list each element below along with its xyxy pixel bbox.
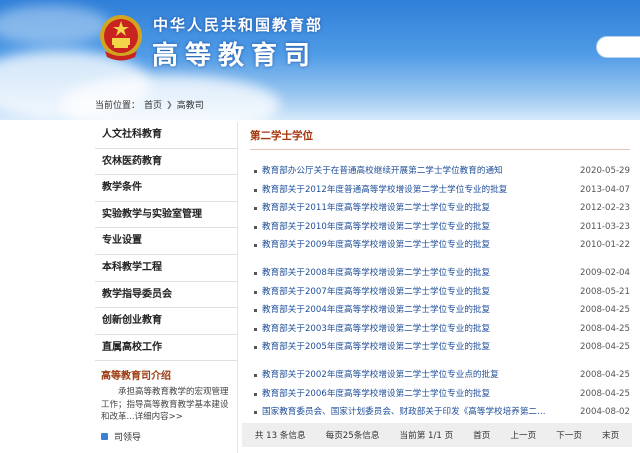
- news-link[interactable]: 教育部关于2004年度高等学校增设第二学士学位专业的批复: [250, 301, 490, 320]
- department-title: 高等教育司: [152, 41, 318, 71]
- news-link[interactable]: 国家教育委员会、国家计划委员会、财政部关于印发《高等学校培养第二学...: [250, 403, 550, 422]
- list-item: 国家教育委员会、国家计划委员会、财政部关于印发《高等学校培养第二学... 200…: [250, 403, 630, 422]
- pager-first-button[interactable]: 首页: [473, 429, 490, 441]
- list-item: 教育部关于2004年度高等学校增设第二学士学位专业的批复 2008-04-25: [250, 301, 630, 320]
- news-link[interactable]: 教育部关于2010年度高等学校增设第二学士学位专业的批复: [250, 218, 490, 237]
- news-list: 教育部办公厅关于在普通高校继续开展第二学士学位教育的通知 2020-05-29 …: [250, 162, 630, 422]
- sidebar-item-major-setup[interactable]: 专业设置: [95, 228, 237, 255]
- list-item: 教育部关于2003年度高等学校增设第二学士学位专业的批复 2008-04-25: [250, 320, 630, 339]
- sidebar-item-steering-committee[interactable]: 教学指导委员会: [95, 282, 237, 309]
- news-date: 2008-04-25: [580, 342, 630, 353]
- cloud-decoration: [0, 5, 110, 45]
- news-link[interactable]: 教育部关于2012年度普通高等学校增设第二学士学位专业的批复: [250, 181, 507, 200]
- list-item: 教育部关于2007年度高等学校增设第二学士学位专业的批复 2008-05-21: [250, 283, 630, 302]
- pager-total: 共 13 条信息: [254, 431, 306, 441]
- national-emblem-icon: [100, 15, 142, 61]
- leader-link-row[interactable]: 司领导: [95, 430, 237, 443]
- chevron-right-icon: ❯: [166, 100, 173, 109]
- pager-per-page: 每页25条信息: [325, 431, 380, 441]
- news-date: 2013-04-07: [580, 184, 630, 195]
- news-date: 2008-04-25: [580, 388, 630, 399]
- sidebar-item-teaching-conditions[interactable]: 教学条件: [95, 175, 237, 202]
- news-date: 2008-04-25: [580, 323, 630, 334]
- news-link[interactable]: 教育部关于2006年度高等学校增设第二学士学位专业的批复: [250, 385, 490, 404]
- news-link[interactable]: 教育部办公厅关于在普通高校继续开展第二学士学位教育的通知: [250, 162, 503, 181]
- main-content: 第二学士学位 教育部办公厅关于在普通高校继续开展第二学士学位教育的通知 2020…: [242, 122, 632, 453]
- breadcrumb-home-link[interactable]: 首页: [144, 98, 162, 111]
- leader-label[interactable]: 司领导: [114, 430, 141, 443]
- pager-current: 当前第 1/1 页: [399, 431, 454, 441]
- search-input[interactable]: [596, 36, 640, 58]
- sidebar-item-undergrad-project[interactable]: 本科教学工程: [95, 255, 237, 282]
- news-link[interactable]: 教育部关于2008年度高等学校增设第二学士学位专业的批复: [250, 264, 490, 283]
- news-link[interactable]: 教育部关于2002年度高等学校增设第二学士学位专业点的批复: [250, 366, 499, 385]
- list-item: 教育部关于2005年度高等学校增设第二学士学位专业的批复 2008-04-25: [250, 338, 630, 357]
- news-date: 2009-02-04: [580, 267, 630, 278]
- list-item: 教育部关于2012年度普通高等学校增设第二学士学位专业的批复 2013-04-0…: [250, 181, 630, 200]
- sidebar-item-innovation[interactable]: 创新创业教育: [95, 308, 237, 335]
- news-date: 2008-05-21: [580, 286, 630, 297]
- intro-more-link[interactable]: 详细内容>>: [135, 412, 183, 422]
- news-date: 2004-08-02: [580, 407, 630, 418]
- news-date: 2008-04-25: [580, 305, 630, 316]
- sidebar: 人文社科教育 农林医药教育 教学条件 实验教学与实验室管理 专业设置 本科教学工…: [95, 122, 238, 453]
- breadcrumb-label: 当前位置：: [95, 101, 141, 111]
- news-link[interactable]: 教育部关于2009年度高等学校增设第二学士学位专业的批复: [250, 236, 490, 255]
- pager-next-button[interactable]: 下一页: [556, 429, 582, 441]
- breadcrumb: 当前位置： 首页 ❯ 高教司: [95, 98, 204, 111]
- breadcrumb-current: 高教司: [176, 101, 204, 111]
- list-item: 教育部关于2010年度高等学校增设第二学士学位专业的批复 2011-03-23: [250, 218, 630, 237]
- intro-title: 高等教育司介绍: [101, 371, 171, 383]
- sidebar-item-affiliated-univ[interactable]: 直属高校工作: [95, 335, 237, 362]
- news-link[interactable]: 教育部关于2011年度高等学校增设第二学士学位专业的批复: [250, 199, 490, 218]
- sidebar-item-agri-med[interactable]: 农林医药教育: [95, 149, 237, 176]
- list-item: 教育部关于2006年度高等学校增设第二学士学位专业的批复 2008-04-25: [250, 385, 630, 404]
- list-item: 教育部关于2008年度高等学校增设第二学士学位专业的批复 2009-02-04: [250, 264, 630, 283]
- sidebar-item-humanities[interactable]: 人文社科教育: [95, 122, 237, 149]
- intro-text: 承担高等教育教学的宏观管理工作；指导高等教育教学基本建设和改革...详细内容>>: [95, 386, 237, 424]
- section-title: 第二学士学位: [250, 122, 630, 150]
- news-link[interactable]: 教育部关于2005年度高等学校增设第二学士学位专业的批复: [250, 338, 490, 357]
- list-item: 教育部关于2009年度高等学校增设第二学士学位专业的批复 2010-01-22: [250, 236, 630, 255]
- list-item: 教育部关于2011年度高等学校增设第二学士学位专业的批复 2012-02-23: [250, 199, 630, 218]
- news-link[interactable]: 教育部关于2007年度高等学校增设第二学士学位专业的批复: [250, 283, 490, 302]
- news-date: 2020-05-29: [580, 166, 630, 176]
- pagination-bar: 共 13 条信息 每页25条信息 当前第 1/1 页 首页 上一页 下一页 末页: [242, 423, 632, 447]
- list-item: 教育部办公厅关于在普通高校继续开展第二学士学位教育的通知 2020-05-29: [250, 162, 630, 181]
- bullet-square-icon: [101, 432, 108, 440]
- sidebar-item-lab-teaching[interactable]: 实验教学与实验室管理: [95, 202, 237, 229]
- news-date: 2012-02-23: [580, 203, 630, 214]
- news-date: 2011-03-23: [580, 221, 630, 232]
- pager-last-button[interactable]: 末页: [602, 429, 619, 441]
- news-date: 2008-04-25: [580, 369, 630, 380]
- pager-prev-button[interactable]: 上一页: [510, 429, 536, 441]
- news-date: 2010-01-22: [580, 240, 630, 251]
- news-link[interactable]: 教育部关于2003年度高等学校增设第二学士学位专业的批复: [250, 320, 490, 339]
- ministry-name: 中华人民共和国教育部: [153, 16, 324, 34]
- list-item: 教育部关于2002年度高等学校增设第二学士学位专业点的批复 2008-04-25: [250, 366, 630, 385]
